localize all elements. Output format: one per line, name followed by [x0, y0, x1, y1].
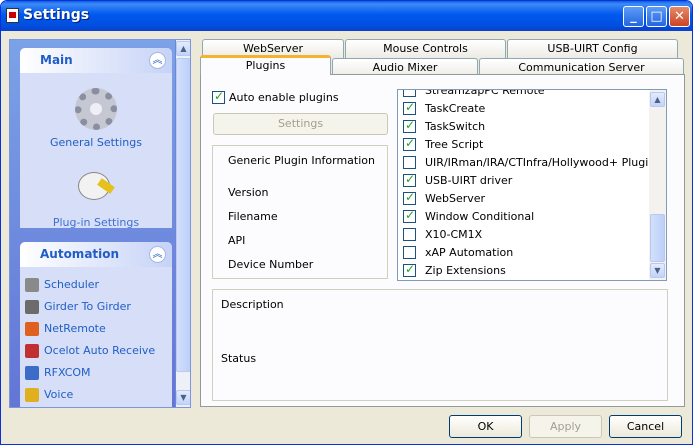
automation-group: Automation ︽ Scheduler Girder To Girder …: [20, 242, 172, 407]
close-icon: ✕: [674, 9, 685, 24]
netremote-icon: [25, 322, 39, 336]
plug-icon: [76, 166, 116, 206]
plugin-list[interactable]: StreamzapPC Remote TaskCreate TaskSwitch…: [397, 89, 667, 281]
plugin-info-box: Generic Plugin Information Version Filen…: [212, 145, 388, 279]
plugin-name: Tree Script: [425, 138, 484, 151]
plugin-info-heading: Generic Plugin Information: [228, 154, 375, 167]
apply-button[interactable]: Apply: [529, 415, 602, 438]
maximize-button[interactable]: □: [646, 6, 667, 27]
version-label: Version: [228, 186, 269, 199]
plugin-checkbox[interactable]: [403, 246, 416, 259]
sidebar-item-label: RFXCOM: [44, 366, 91, 379]
sidebar-item-label: Plug-in Settings: [52, 216, 140, 229]
girder-icon: [25, 300, 39, 314]
sidebar-scrollbar[interactable]: ▲ ▼: [176, 40, 190, 407]
sidebar-item-label: Ocelot Auto Receive: [44, 344, 156, 357]
tab-usb-uirt-config[interactable]: USB-UIRT Config: [507, 39, 678, 58]
automation-group-title: Automation: [40, 247, 120, 261]
plugin-name: UIR/IRman/IRA/CTInfra/Hollywood+ Plugin: [425, 156, 656, 169]
plugin-checkbox[interactable]: [403, 90, 416, 97]
description-label: Description: [221, 298, 284, 311]
scroll-thumb[interactable]: [176, 58, 190, 372]
voice-icon: [25, 388, 39, 402]
plugins-panel: Auto enable plugins Settings Generic Plu…: [200, 74, 685, 407]
scroll-down-icon[interactable]: ▼: [176, 390, 190, 405]
plugin-name: TaskCreate: [425, 102, 486, 115]
settings-button[interactable]: Settings: [213, 113, 388, 135]
ocelot-icon: [25, 344, 39, 358]
plugin-checkbox[interactable]: [403, 172, 416, 187]
plugin-name: X10-CM1X: [425, 228, 483, 241]
tab-mouse-controls[interactable]: Mouse Controls: [345, 39, 506, 58]
plugin-list-scrollbar[interactable]: ▲ ▼: [649, 90, 666, 280]
auto-enable-label: Auto enable plugins: [229, 91, 339, 104]
plugin-checkbox[interactable]: [403, 190, 416, 205]
plugin-checkbox[interactable]: [403, 118, 416, 133]
collapse-automation-icon[interactable]: ︽: [149, 246, 166, 263]
auto-enable-checkbox[interactable]: [212, 89, 225, 104]
scroll-up-icon[interactable]: ▲: [650, 92, 665, 107]
plugin-name: Zip Extensions: [425, 264, 506, 277]
scheduler-icon: [25, 278, 39, 292]
collapse-main-icon[interactable]: ︽: [149, 52, 166, 69]
title-bar[interactable]: Settings _ □ ✕: [1, 1, 692, 31]
plugin-name: WebServer: [425, 192, 486, 205]
status-label: Status: [221, 352, 257, 365]
maximize-icon: □: [650, 9, 663, 24]
description-box: Description Status: [212, 289, 668, 401]
settings-window: Settings _ □ ✕ Main ︽ General Settings P…: [0, 0, 693, 445]
filename-label: Filename: [228, 210, 278, 223]
sidebar-item-label: NetRemote: [44, 322, 106, 335]
main-group-header[interactable]: Main ︽: [20, 48, 172, 73]
plugin-name: xAP Automation: [425, 246, 514, 259]
minimize-button[interactable]: _: [623, 6, 644, 27]
main-group-title: Main: [40, 53, 73, 67]
main-group: Main ︽ General Settings Plug-in Settings: [20, 48, 172, 229]
sidebar-item-label: Scheduler: [44, 278, 100, 291]
plugin-checkbox[interactable]: [403, 156, 416, 169]
plugin-name: StreamzapPC Remote: [425, 89, 545, 97]
plugin-name: TaskSwitch: [425, 120, 486, 133]
plugin-name: Window Conditional: [425, 210, 535, 223]
device-number-label: Device Number: [228, 258, 314, 271]
window-title: Settings: [23, 7, 90, 23]
sidebar-item-label: General Settings: [50, 136, 142, 149]
scroll-up-icon[interactable]: ▲: [176, 41, 190, 56]
plugin-checkbox[interactable]: [403, 136, 416, 151]
plugin-checkbox[interactable]: [403, 208, 416, 223]
sidebar: Main ︽ General Settings Plug-in Settings…: [9, 39, 191, 408]
minimize-icon: _: [630, 9, 637, 24]
plugin-name: USB-UIRT driver: [425, 174, 513, 187]
plugin-checkbox[interactable]: [403, 100, 416, 115]
rfxcom-icon: [25, 366, 39, 380]
ok-button[interactable]: OK: [449, 415, 522, 438]
automation-group-header[interactable]: Automation ︽: [20, 242, 172, 267]
scroll-thumb[interactable]: [650, 214, 665, 262]
plugin-checkbox[interactable]: [403, 262, 416, 277]
sidebar-item-plugin-settings[interactable]: Plug-in Settings: [20, 166, 172, 229]
close-button[interactable]: ✕: [669, 6, 690, 27]
cancel-button[interactable]: Cancel: [609, 415, 682, 438]
tab-plugins[interactable]: Plugins: [200, 55, 331, 75]
scroll-down-icon[interactable]: ▼: [650, 263, 665, 278]
plugin-checkbox[interactable]: [403, 228, 416, 241]
gear-icon: [75, 88, 117, 130]
app-icon: [6, 8, 19, 23]
sidebar-item-label: Voice: [44, 388, 74, 401]
sidebar-panel: Main ︽ General Settings Plug-in Settings…: [10, 40, 175, 407]
api-label: API: [228, 234, 246, 247]
sidebar-item-general-settings[interactable]: General Settings: [20, 88, 172, 149]
sidebar-item-label: Girder To Girder: [44, 300, 131, 313]
